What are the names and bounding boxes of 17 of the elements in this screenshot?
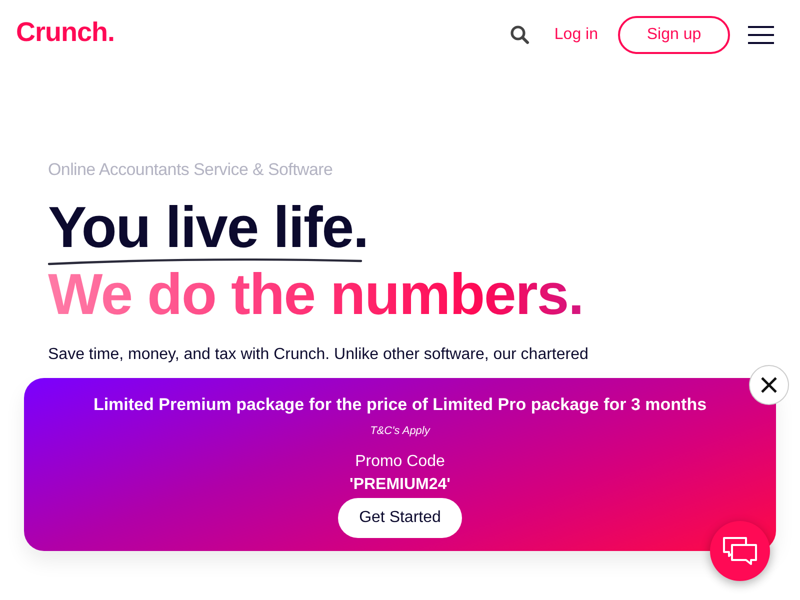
get-started-button[interactable]: Get Started (338, 498, 462, 538)
promo-code: 'PREMIUM24' (350, 476, 450, 494)
chat-icon (722, 536, 758, 566)
logo[interactable]: Crunch. (16, 16, 115, 48)
close-button[interactable] (749, 365, 789, 405)
intro-text: Save time, money, and tax with Crunch. Unlike other software, our chartered (48, 346, 590, 364)
eyebrow-text: Online Accountants Service & Software (48, 160, 334, 180)
promo-title: Limited Premium package for the price of Limited Pro package for 3 months (93, 395, 707, 415)
menu-icon[interactable] (748, 25, 774, 45)
headline: You live life. (48, 200, 368, 256)
login-link[interactable]: Log in (554, 26, 598, 44)
signup-button[interactable]: Sign up (618, 16, 730, 54)
promo-code-label: Promo Code (355, 453, 445, 471)
search-icon[interactable] (510, 25, 530, 45)
terms-text: T&C's Apply (370, 425, 430, 437)
chat-button[interactable] (710, 521, 770, 581)
close-icon (760, 376, 778, 394)
